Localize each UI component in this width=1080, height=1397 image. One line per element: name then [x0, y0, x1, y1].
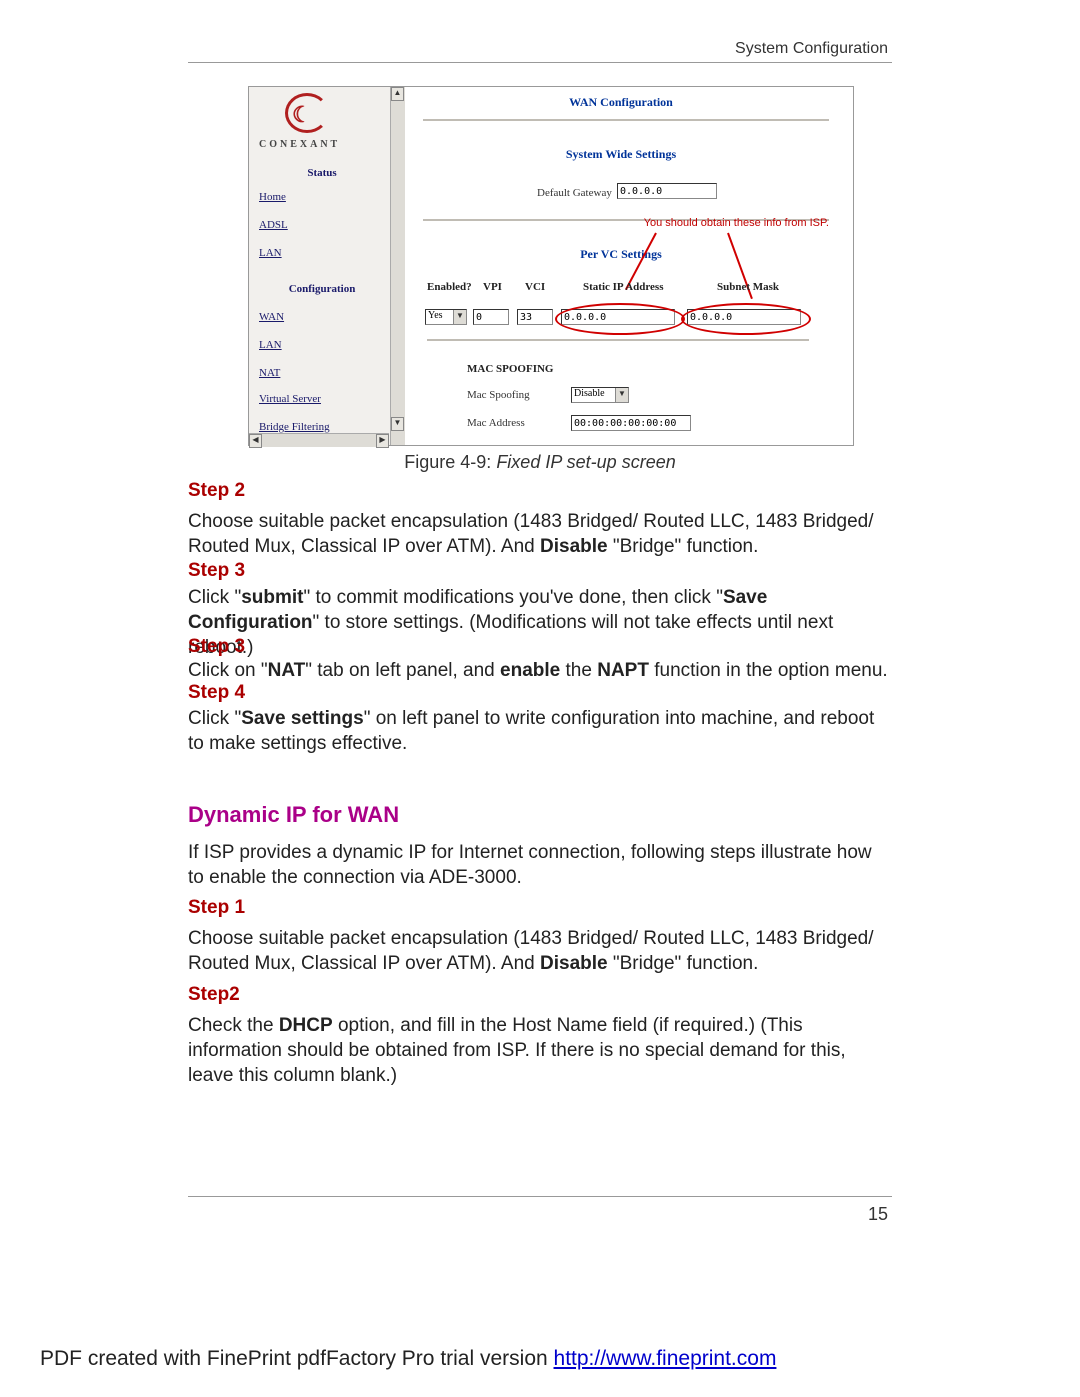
scroll-down-icon[interactable]: ▼	[391, 417, 404, 431]
scroll-up-icon[interactable]: ▲	[391, 87, 404, 101]
scrollbar-horizontal[interactable]: ◀ ▶	[249, 433, 389, 447]
step-heading: Step 3	[188, 560, 245, 582]
annotation-circle-static-ip	[555, 303, 685, 335]
label-mac-spoofing: Mac Spoofing	[467, 389, 530, 401]
select-mac-spoofing-value: Disable	[574, 388, 605, 399]
divider	[423, 119, 829, 122]
header-rule	[188, 62, 892, 63]
body-paragraph: Click "Save settings" on left panel to w…	[188, 706, 892, 756]
col-enabled: Enabled?	[427, 281, 472, 293]
main-panel: WAN Configuration System Wide Settings D…	[407, 87, 853, 445]
chevron-down-icon[interactable]: ▼	[615, 388, 628, 402]
logo: ☾	[285, 93, 329, 133]
section-heading-dynamic-ip: Dynamic IP for WAN	[188, 802, 399, 828]
footer-link[interactable]: http://www.fineprint.com	[554, 1347, 777, 1370]
scroll-right-icon[interactable]: ▶	[376, 434, 389, 448]
footer-rule	[188, 1196, 892, 1197]
col-vci: VCI	[525, 281, 545, 293]
select-enabled-value: Yes	[428, 310, 443, 321]
note-isp-info: You should obtain these info from ISP.	[644, 217, 829, 229]
annotation-circle-subnet	[681, 303, 811, 335]
sidebar: ▲ ▼ ◀ ▶ ☾ CONEXANT Status Home ADSL LAN …	[249, 87, 405, 445]
screenshot-figure: ▲ ▼ ◀ ▶ ☾ CONEXANT Status Home ADSL LAN …	[248, 86, 854, 446]
col-subnet: Subnet Mask	[717, 281, 779, 293]
sidebar-link-bridge-filtering[interactable]: Bridge Filtering	[259, 421, 330, 433]
sidebar-link-virtual-server[interactable]: Virtual Server	[259, 393, 321, 405]
scrollbar-vertical[interactable]: ▲ ▼	[390, 87, 405, 445]
body-paragraph: Click "submit" to commit modifications y…	[188, 585, 892, 660]
step-heading: Step 1	[188, 897, 245, 919]
step-heading: Step 3	[188, 636, 245, 658]
page-header-right: System Configuration	[735, 40, 888, 58]
sidebar-link-home[interactable]: Home	[259, 191, 286, 203]
title-system-wide: System Wide Settings	[407, 147, 835, 162]
body-paragraph: Choose suitable packet encapsulation (14…	[188, 509, 892, 559]
input-default-gateway[interactable]	[617, 183, 717, 199]
divider	[427, 339, 809, 342]
input-vci[interactable]	[517, 309, 553, 325]
body-paragraph: Check the DHCP option, and fill in the H…	[188, 1013, 892, 1088]
sidebar-section-status: Status	[249, 167, 395, 179]
title-mac-spoofing: MAC SPOOFING	[467, 363, 553, 375]
sidebar-link-lan[interactable]: LAN	[259, 247, 282, 259]
brand-text: CONEXANT	[259, 139, 340, 150]
sidebar-link-lan2[interactable]: LAN	[259, 339, 282, 351]
sidebar-link-wan[interactable]: WAN	[259, 311, 284, 323]
step-heading: Step2	[188, 984, 240, 1006]
title-wan-configuration: WAN Configuration	[407, 95, 835, 110]
logo-icon: ☾	[292, 102, 312, 128]
col-static-ip: Static IP Address	[583, 281, 663, 293]
scroll-left-icon[interactable]: ◀	[249, 434, 262, 448]
chevron-down-icon[interactable]: ▼	[453, 310, 466, 324]
label-mac-address: Mac Address	[467, 417, 525, 429]
figure-caption: Figure 4-9: Fixed IP set-up screen	[0, 452, 1080, 473]
step-heading: Step 4	[188, 682, 245, 704]
select-enabled[interactable]: Yes ▼	[425, 309, 467, 325]
col-vpi: VPI	[483, 281, 502, 293]
sidebar-section-configuration: Configuration	[249, 283, 395, 295]
sidebar-link-nat[interactable]: NAT	[259, 367, 280, 379]
body-paragraph: Choose suitable packet encapsulation (14…	[188, 926, 892, 976]
pdf-footer: PDF created with FinePrint pdfFactory Pr…	[40, 1347, 776, 1371]
page-number: 15	[868, 1204, 888, 1225]
select-mac-spoofing[interactable]: Disable ▼	[571, 387, 629, 403]
label-default-gateway: Default Gateway	[537, 187, 612, 199]
input-mac-address[interactable]	[571, 415, 691, 431]
title-per-vc: Per VC Settings	[407, 247, 835, 262]
step-heading: Step 2	[188, 480, 245, 502]
sidebar-link-adsl[interactable]: ADSL	[259, 219, 288, 231]
body-paragraph: If ISP provides a dynamic IP for Interne…	[188, 840, 892, 890]
body-paragraph: Click on "NAT" tab on left panel, and en…	[188, 658, 892, 683]
input-vpi[interactable]	[473, 309, 509, 325]
